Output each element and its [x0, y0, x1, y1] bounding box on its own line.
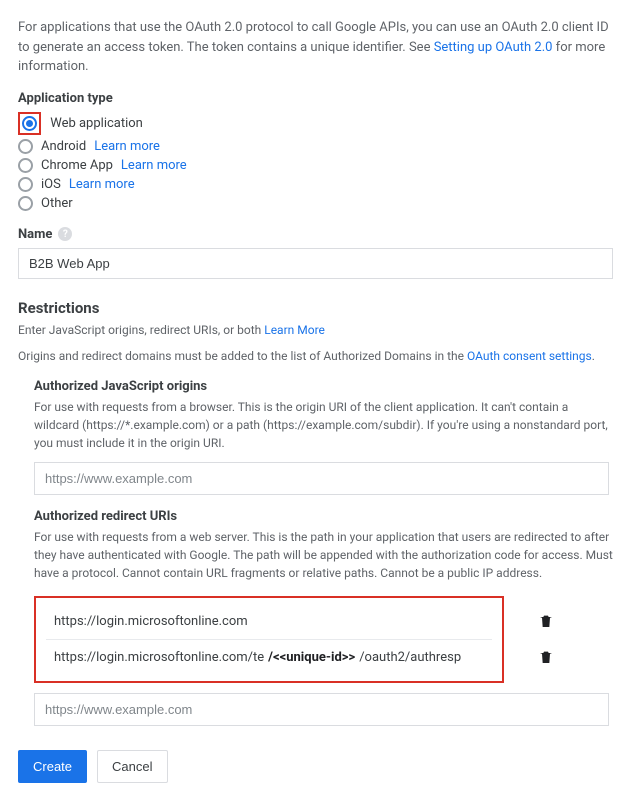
- authorized-domains-note: Origins and redirect domains must be add…: [18, 347, 613, 365]
- radio-label-android: Android: [41, 139, 86, 154]
- help-icon[interactable]: ?: [58, 227, 72, 241]
- redirect-uris-label: Authorized redirect URIs: [34, 509, 613, 524]
- restrictions-heading: Restrictions: [18, 299, 613, 317]
- trash-icon[interactable]: [538, 613, 554, 629]
- radio-web-application[interactable]: [22, 116, 37, 131]
- restrictions-learn-more-link[interactable]: Learn More: [264, 323, 325, 337]
- radio-ios[interactable]: [18, 177, 33, 192]
- chrome-learn-more-link[interactable]: Learn more: [121, 158, 187, 173]
- create-button[interactable]: Create: [18, 750, 87, 783]
- application-type-label: Application type: [18, 91, 613, 106]
- android-learn-more-link[interactable]: Learn more: [94, 139, 160, 154]
- redirect-entry-2-suffix: /oauth2/authresp: [359, 650, 461, 665]
- js-origins-desc: For use with requests from a browser. Th…: [34, 398, 613, 452]
- radio-other[interactable]: [18, 196, 33, 211]
- restrictions-sub: Enter JavaScript origins, redirect URIs,…: [18, 321, 613, 339]
- radio-android[interactable]: [18, 139, 33, 154]
- radio-label-chrome-app: Chrome App: [41, 158, 113, 173]
- trash-icon[interactable]: [538, 649, 554, 665]
- redirect-entry-row: https://login.microsoftonline.com: [46, 604, 492, 639]
- cancel-button[interactable]: Cancel: [97, 750, 167, 783]
- setup-oauth-link[interactable]: Setting up OAuth 2.0: [434, 40, 553, 55]
- js-origins-label: Authorized JavaScript origins: [34, 379, 613, 394]
- radio-chrome-app[interactable]: [18, 158, 33, 173]
- redirect-entry-2-prefix: https://login.microsoftonline.com/te: [54, 650, 264, 665]
- intro-text: For applications that use the OAuth 2.0 …: [18, 18, 613, 77]
- radio-label-other: Other: [41, 196, 73, 211]
- oauth-consent-link[interactable]: OAuth consent settings: [467, 349, 592, 363]
- redirect-entries-highlight: https://login.microsoftonline.com https:…: [34, 596, 504, 683]
- selected-radio-highlight: [18, 112, 41, 135]
- redirect-uri-input[interactable]: [34, 693, 609, 726]
- radio-label-ios: iOS: [41, 177, 61, 192]
- name-input[interactable]: [18, 248, 613, 279]
- js-origins-input[interactable]: [34, 462, 609, 495]
- radio-label-web-application: Web application: [50, 116, 143, 131]
- name-label: Name: [18, 227, 52, 242]
- redirect-entry-row: https://login.microsoftonline.com/te /<<…: [46, 639, 492, 675]
- ios-learn-more-link[interactable]: Learn more: [69, 177, 135, 192]
- redirect-entry-1: https://login.microsoftonline.com: [54, 614, 248, 629]
- redirect-uris-desc: For use with requests from a web server.…: [34, 528, 613, 582]
- redirect-entry-2-uid: /<<unique-id>>: [268, 650, 355, 665]
